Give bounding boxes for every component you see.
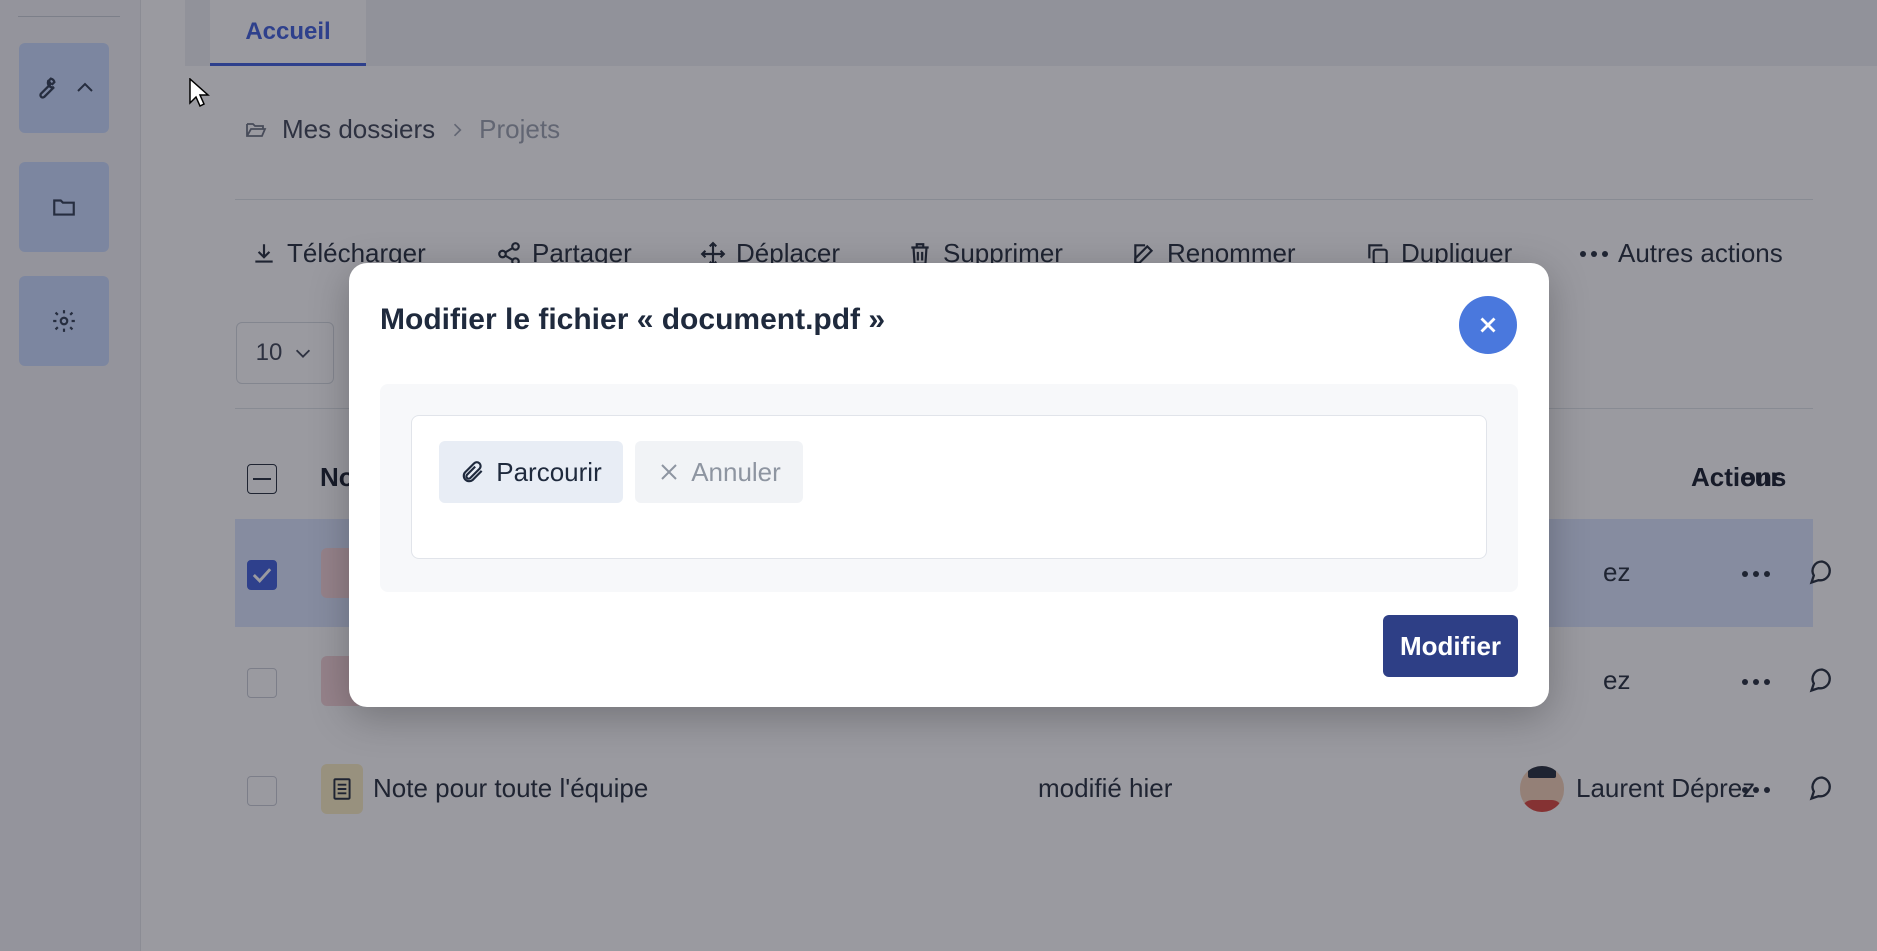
close-button[interactable] bbox=[1459, 296, 1517, 354]
edit-file-dialog: Modifier le fichier « document.pdf » Par… bbox=[349, 263, 1549, 707]
paperclip-icon bbox=[462, 461, 483, 483]
modify-button[interactable]: Modifier bbox=[1383, 615, 1518, 677]
browse-label: Parcourir bbox=[496, 456, 602, 487]
cancel-label: Annuler bbox=[691, 456, 781, 487]
dialog-title: Modifier le fichier « document.pdf » bbox=[380, 303, 886, 336]
upload-area: Parcourir Annuler bbox=[380, 384, 1518, 592]
mouse-cursor-icon bbox=[189, 78, 210, 108]
browse-button[interactable]: Parcourir bbox=[439, 441, 623, 503]
file-dropzone[interactable]: Parcourir Annuler bbox=[411, 415, 1487, 559]
cancel-button[interactable]: Annuler bbox=[635, 441, 803, 503]
close-icon bbox=[1480, 317, 1496, 333]
x-icon bbox=[661, 464, 677, 480]
